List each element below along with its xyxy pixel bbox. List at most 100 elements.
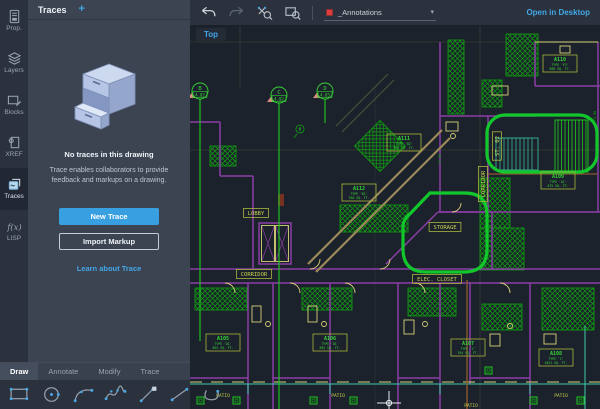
column-marker <box>577 397 584 404</box>
svg-text:F4.90: F4.90 <box>438 154 442 165</box>
svg-text:C: C <box>277 90 280 96</box>
keynote-symbol: 6 <box>294 125 304 138</box>
layer-selector-dropdown[interactable]: _Annotations ▾ <box>324 4 436 21</box>
rectangle-icon[interactable] <box>8 385 31 404</box>
sidebar: Prop. Layers Blocks XREFTraces f(x) LISP <box>0 0 28 362</box>
line-icon[interactable] <box>168 385 191 404</box>
zoom-window-button[interactable] <box>284 5 301 20</box>
markup-rounded-rect[interactable] <box>487 115 597 172</box>
svg-text:1051 SQ. FT.: 1051 SQ. FT. <box>544 361 567 365</box>
sidebar-item-layers[interactable]: Layers <box>0 42 28 84</box>
traces-icon <box>7 177 22 192</box>
lisp-icon: f(x) <box>7 219 22 234</box>
tab-draw[interactable]: Draw <box>0 363 38 380</box>
svg-text:PATIO: PATIO <box>464 403 478 409</box>
empty-state-description: Trace enables collaborators to provide f… <box>46 166 172 186</box>
area-label: CORRIDOR <box>236 269 271 278</box>
polyline-icon[interactable] <box>136 385 159 404</box>
column-marker <box>310 397 317 404</box>
bottom-toolbar: DrawAnnotateModifyTrace <box>0 362 190 409</box>
grid-bubble: C4.02 <box>267 87 287 409</box>
room-label: A110TYPE 'E3'898 SQ. FT. <box>543 55 577 72</box>
redo-button[interactable] <box>228 5 245 20</box>
undo-button[interactable] <box>200 5 217 20</box>
open-in-desktop-link[interactable]: Open in Desktop <box>526 8 590 17</box>
svg-text:4.02: 4.02 <box>274 96 284 101</box>
hatch-areas <box>195 34 594 330</box>
svg-text:LOBBY: LOBBY <box>248 211 265 217</box>
svg-text:855 SQ. FT.: 855 SQ. FT. <box>212 346 233 350</box>
autocad-web-app: Prop.LayersBlocksXREFTracesf(x)LISP Trac… <box>0 0 600 409</box>
draw-tools-row <box>0 380 190 409</box>
ribbon-tabs: DrawAnnotateModifyTrace <box>0 362 190 380</box>
start-arc-icon[interactable] <box>200 385 223 404</box>
zoom-to-selection-button[interactable] <box>256 5 273 20</box>
grid-bubble: D4.03 <box>313 83 333 123</box>
markup-storage-loop[interactable] <box>403 193 487 272</box>
room-label: A105TYPE 'D1'855 SQ. FT. <box>206 334 240 351</box>
traces-panel: Traces + No traces in this drawing Trace <box>28 0 190 362</box>
tab-annotate[interactable]: Annotate <box>38 363 88 380</box>
svg-text:F4.90: F4.90 <box>593 111 597 122</box>
svg-text:STORAGE: STORAGE <box>433 225 456 231</box>
elevator-doors <box>262 226 289 262</box>
tab-modify[interactable]: Modify <box>88 363 130 380</box>
svg-text:CORRIDOR: CORRIDOR <box>481 170 487 197</box>
diagonal-corridor <box>308 74 450 272</box>
sidebar-item-label: LISP <box>7 236 21 243</box>
traces-panel-header: Traces + <box>28 0 190 20</box>
sidebar-item-label: Blocks <box>4 110 23 117</box>
svg-text:675 SQ. FT.: 675 SQ. FT. <box>547 184 568 188</box>
area-label: STORAGE <box>429 222 461 231</box>
svg-text:898 SQ. FT.: 898 SQ. FT. <box>549 67 570 71</box>
layer-selector-value: _Annotations <box>338 8 425 17</box>
panel-title: Traces <box>38 5 67 15</box>
svg-text:4.03: 4.03 <box>320 92 330 97</box>
spline-icon[interactable] <box>104 385 127 404</box>
sidebar-item-prop[interactable]: Prop. <box>0 0 28 42</box>
area-label: PATIO <box>464 403 478 409</box>
sidebar-item-traces[interactable]: Traces <box>0 168 28 210</box>
room-label: A108TYPE 'C'1051 SQ. FT. <box>539 349 573 366</box>
toolbar-separator <box>312 6 313 20</box>
add-trace-button[interactable]: + <box>79 4 85 15</box>
area-label: ELEC. CLOSET <box>413 274 462 283</box>
empty-state-title: No traces in this drawing <box>64 150 153 159</box>
room-label: A112TYPE 'B1'760 SQ. FT. <box>342 184 376 201</box>
xref-icon <box>7 135 22 150</box>
circle-icon[interactable] <box>40 385 63 404</box>
drawing-canvas[interactable]: A111TYPE 'B2'984 SQ. FT.A112TYPE 'B1'760… <box>190 26 600 409</box>
svg-text:764 SQ. FT.: 764 SQ. FT. <box>457 351 478 355</box>
column-marker <box>233 397 240 404</box>
column-marker <box>530 397 537 404</box>
area-label: ST. 02 <box>492 132 501 160</box>
svg-text:760 SQ. FT.: 760 SQ. FT. <box>348 196 369 200</box>
sidebar-item-blocks[interactable]: Blocks <box>0 84 28 126</box>
column-marker <box>485 367 492 374</box>
svg-text:PATIO: PATIO <box>554 393 568 399</box>
area-label: PATIO <box>554 393 568 399</box>
svg-text:CORRIDOR: CORRIDOR <box>241 272 268 278</box>
canvas-area: _Annotations ▾ Open in Desktop Top <box>190 0 600 409</box>
layer-color-swatch <box>326 9 333 16</box>
canvas-toolbar: _Annotations ▾ Open in Desktop <box>190 0 600 26</box>
arc-icon[interactable] <box>72 385 95 404</box>
new-trace-button[interactable]: New Trace <box>59 208 159 225</box>
sidebar-item-xref[interactable]: XREF <box>0 126 28 168</box>
sidebar-item-label: Prop. <box>6 26 22 33</box>
svg-text:D: D <box>323 86 326 92</box>
area-label: F4.90 <box>593 111 597 122</box>
tab-trace[interactable]: Trace <box>130 363 169 380</box>
learn-about-trace-link[interactable]: Learn about Trace <box>77 264 142 273</box>
svg-text:f(x): f(x) <box>7 222 22 232</box>
svg-text:PATIO: PATIO <box>331 393 345 399</box>
svg-text:855 SQ. FT.: 855 SQ. FT. <box>319 346 340 350</box>
traces-empty-state: No traces in this drawing Trace enables … <box>28 20 190 273</box>
import-markup-button[interactable]: Import Markup <box>59 233 159 250</box>
svg-text:6: 6 <box>299 127 302 133</box>
properties-icon <box>7 9 22 24</box>
chevron-down-icon: ▾ <box>430 9 434 16</box>
sidebar-item-lisp[interactable]: f(x) LISP <box>0 210 28 252</box>
stairs-and-patio <box>190 120 600 409</box>
svg-text:ST. 02: ST. 02 <box>495 136 501 156</box>
